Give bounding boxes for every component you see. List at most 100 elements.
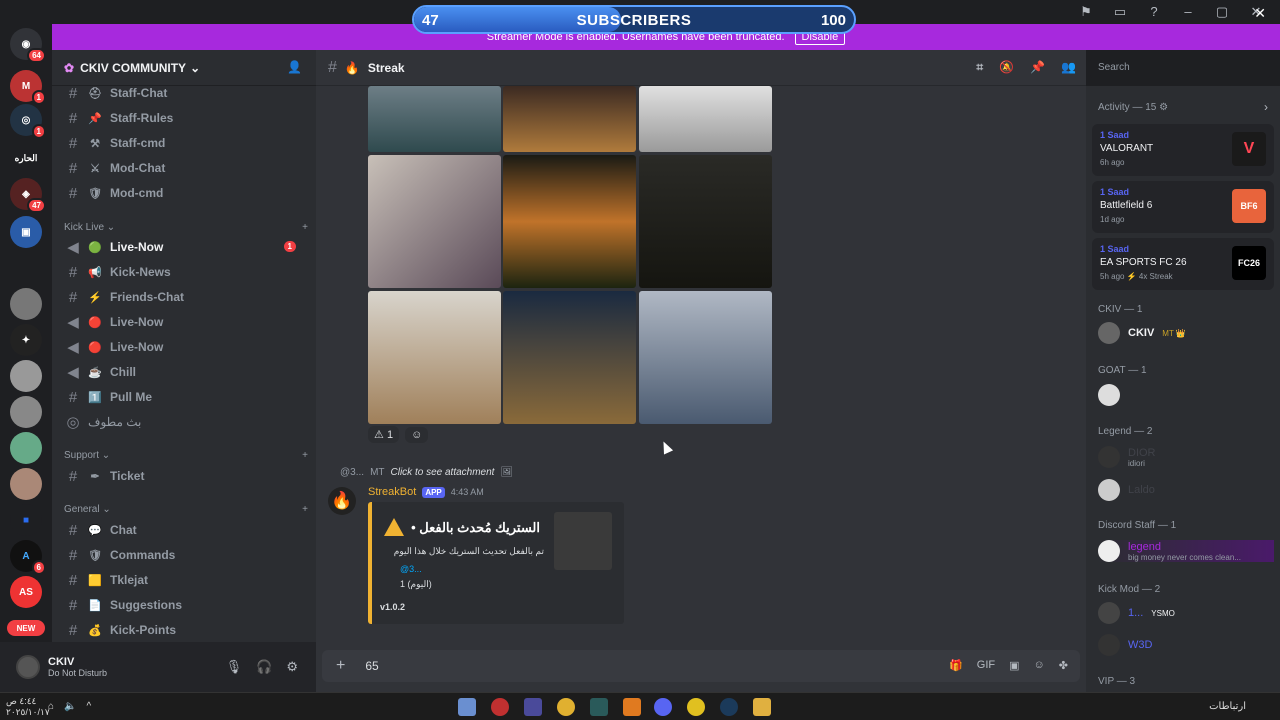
message-composer[interactable]: + 65 🎁 GIF ▣ ☺ ✤	[322, 650, 1080, 682]
channel-staff-chat[interactable]: # ⛑ Staff-Chat	[60, 81, 308, 105]
server-icon-10[interactable]	[10, 468, 42, 500]
server-icon-12[interactable]: A6	[10, 540, 46, 575]
attachment-image[interactable]	[368, 155, 501, 288]
server-icon-3[interactable]: ◈ 47	[10, 178, 46, 213]
channel-suggestions[interactable]: # 📄 Suggestions	[60, 593, 308, 617]
channel-chat[interactable]: # 💬 Chat	[60, 518, 308, 542]
threads-icon[interactable]: ⌗	[976, 60, 983, 75]
new-badge[interactable]: NEW	[7, 620, 45, 636]
pin-icon[interactable]: 📌	[1030, 60, 1045, 75]
taskbar-app-6[interactable]	[623, 698, 641, 716]
emoji-icon[interactable]: ☺	[1034, 659, 1045, 672]
taskbar-clock[interactable]: ٤:٤٤ ص ٢٠٢٥/١٠/١٧	[6, 696, 50, 718]
server-icon-6[interactable]: ✦	[10, 324, 42, 356]
server-label-arabic[interactable]: الحاره	[10, 142, 42, 174]
members-icon[interactable]: 👥	[1061, 60, 1076, 75]
taskbar-app-chrome[interactable]	[687, 698, 705, 716]
gear-icon[interactable]: ⚙	[286, 659, 298, 675]
attachment-image[interactable]	[639, 86, 772, 152]
help-icon[interactable]: ?	[1146, 4, 1162, 20]
activity-card[interactable]: 1 Saad Battlefield 6 1d ago BF6	[1092, 181, 1274, 233]
add-channel-icon[interactable]: +	[302, 450, 308, 461]
category-general[interactable]: General ⌄ +	[64, 504, 308, 515]
channel-friends-chat[interactable]: # ⚡ Friends-Chat	[60, 285, 308, 309]
attachment-image[interactable]	[639, 291, 772, 424]
server-icon-4[interactable]: ▣	[10, 216, 42, 248]
add-channel-icon[interactable]: +	[302, 222, 308, 233]
channel-tklejat[interactable]: # 🟨 Tklejat	[60, 568, 308, 592]
chevron-up-icon[interactable]: ^	[87, 701, 92, 712]
member-item[interactable]: 1... YSMO	[1098, 602, 1175, 624]
composer-input[interactable]: 65	[365, 659, 378, 673]
screen-icon[interactable]: ▭	[1112, 4, 1128, 20]
channel-kick-news[interactable]: # 📢 Kick-News	[60, 260, 308, 284]
channel-mod-chat[interactable]: # ⚔ Mod-Chat	[60, 156, 308, 180]
reaction-warning[interactable]: ⚠ 1	[368, 426, 400, 443]
category-kick-live[interactable]: Kick Live ⌄ +	[64, 222, 308, 233]
search-input[interactable]: Search	[1090, 58, 1270, 78]
member-item[interactable]: Laldo	[1098, 479, 1155, 501]
attachment-image[interactable]	[368, 291, 501, 424]
taskbar-app-explorer[interactable]	[458, 698, 476, 716]
taskbar-links[interactable]: ارتباطات	[1209, 701, 1246, 712]
channel-live-now-3[interactable]: ◀ 🔴 Live-Now	[60, 335, 308, 359]
taskbar-app-folder[interactable]	[753, 698, 771, 716]
volume-icon[interactable]: 🔈	[64, 701, 76, 712]
channel-live-now-2[interactable]: ◀ 🔴 Live-Now	[60, 310, 308, 334]
channel-commands[interactable]: # 🛡 Commands	[60, 543, 308, 567]
inbox-icon[interactable]: ⚑	[1078, 4, 1094, 20]
attachment-image[interactable]	[639, 155, 772, 288]
server-icon-8[interactable]	[10, 396, 42, 428]
server-icon-1[interactable]: M1	[10, 70, 46, 105]
bot-avatar[interactable]: 🔥	[328, 487, 356, 515]
add-member-icon[interactable]: 👤	[287, 60, 302, 74]
server-icon-5[interactable]	[10, 288, 42, 320]
channel-staff-cmd[interactable]: # ⚒ Staff-cmd	[60, 131, 308, 155]
taskbar-app-obs[interactable]	[491, 698, 509, 716]
bot-name[interactable]: StreakBot	[368, 486, 416, 498]
server-icon-2[interactable]: ◎ 1	[10, 104, 46, 139]
chevron-right-icon[interactable]: ›	[1264, 100, 1268, 114]
reply-preview[interactable]: @3... MT Click to see attachment 🖼	[340, 467, 513, 478]
taskbar-app-3[interactable]	[524, 698, 542, 716]
sticker-icon[interactable]: ▣	[1009, 659, 1019, 672]
attach-plus-icon[interactable]: +	[336, 657, 345, 675]
gif-icon[interactable]: GIF	[977, 659, 995, 672]
user-info[interactable]: CKIV Do Not Disturb	[48, 656, 107, 678]
server-icon-7[interactable]	[10, 360, 42, 392]
discord-home-icon[interactable]: ◉ 64	[10, 28, 46, 63]
channel-staff-rules[interactable]: # 📌 Staff-Rules	[60, 106, 308, 130]
close-banner-icon[interactable]: ✕	[1254, 5, 1266, 22]
channel-pull-me[interactable]: #1️⃣ Pull Me	[60, 385, 308, 409]
member-item[interactable]: CKIV MT 👑	[1098, 322, 1186, 344]
embed-user-mention[interactable]: @3...	[400, 564, 422, 574]
member-item[interactable]: W3D	[1098, 634, 1152, 656]
taskbar-app-4[interactable]	[557, 698, 575, 716]
network-icon[interactable]: ⌂	[48, 701, 54, 712]
apps-icon[interactable]: ✤	[1059, 659, 1068, 672]
headphones-icon[interactable]: 🎧	[256, 659, 272, 675]
gift-icon[interactable]: 🎁	[949, 659, 963, 672]
add-channel-icon[interactable]: +	[302, 504, 308, 515]
maximize-icon[interactable]: ▢	[1214, 4, 1230, 20]
server-icon-11[interactable]: ■	[10, 504, 42, 536]
taskbar-app-5[interactable]	[590, 698, 608, 716]
attachment-image[interactable]	[503, 86, 636, 152]
add-reaction-icon[interactable]: ☺	[405, 426, 429, 443]
member-item[interactable]: DIOR idiori	[1098, 446, 1156, 468]
channel-mod-cmd[interactable]: # 🛡 Mod-cmd	[60, 181, 308, 205]
channel-stage[interactable]: ◎ بث مطوف	[60, 410, 308, 434]
attachment-image[interactable]	[368, 86, 501, 152]
attachment-image[interactable]	[503, 155, 636, 288]
taskbar-app-steam[interactable]	[720, 698, 738, 716]
channel-chill[interactable]: ◀ ☕ Chill	[60, 360, 308, 384]
mute-bell-icon[interactable]: 🔕	[999, 60, 1014, 75]
channel-ticket[interactable]: # ✒ Ticket	[60, 464, 308, 488]
server-icon-13[interactable]: AS	[10, 576, 42, 608]
taskbar-app-discord[interactable]	[654, 698, 672, 716]
channel-kick-points[interactable]: # 💰 Kick-Points	[60, 618, 308, 642]
server-icon-9[interactable]	[10, 432, 42, 464]
member-item[interactable]	[1098, 384, 1128, 406]
channel-live-now-active[interactable]: ◀ 🟢 Live-Now 1	[60, 235, 308, 259]
activity-card[interactable]: 1 Saad EA SPORTS FC 26 5h ago ⚡ 4x Strea…	[1092, 238, 1274, 290]
